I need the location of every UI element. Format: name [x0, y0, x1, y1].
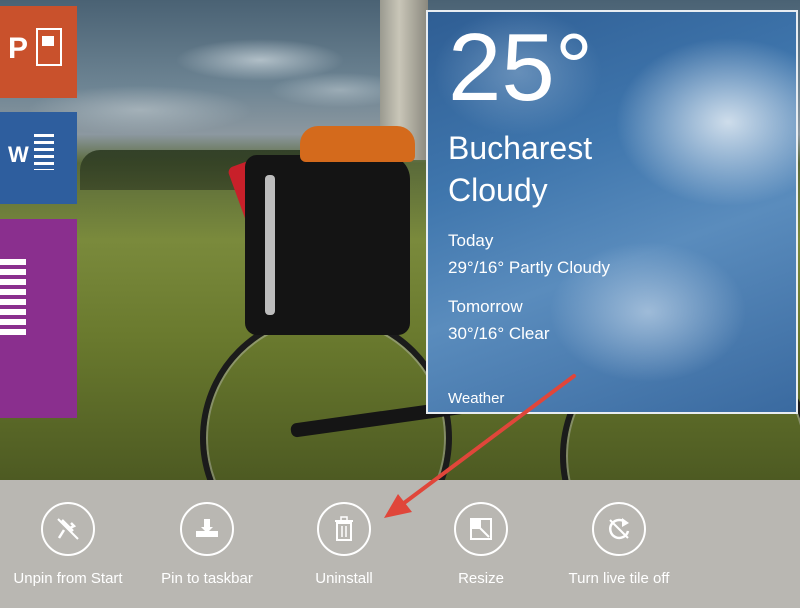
weather-today-label: Today	[448, 231, 494, 250]
word-doc-icon	[34, 134, 54, 170]
weather-tomorrow-forecast: 30°/16° Clear	[448, 324, 550, 343]
word-icon: W	[8, 142, 29, 167]
bicycle-rear-wheel	[200, 312, 452, 480]
weather-condition: Cloudy	[448, 172, 548, 208]
resize-icon	[454, 502, 508, 556]
onenote-icon	[0, 259, 26, 339]
unpin-from-start-label: Unpin from Start	[13, 570, 123, 587]
pin-taskbar-icon	[180, 502, 234, 556]
resize-button[interactable]: Resize	[406, 480, 556, 608]
pin-to-taskbar-button[interactable]: Pin to taskbar	[132, 480, 282, 608]
resize-label: Resize	[458, 570, 504, 587]
turn-live-tile-off-button[interactable]: Turn live tile off	[544, 480, 694, 608]
unpin-icon	[41, 502, 95, 556]
bag-reflective-strap	[265, 175, 275, 315]
powerpoint-doc-icon	[36, 28, 62, 66]
start-screen-background: P W 25° Bucharest Cloudy Today 29°/16° P…	[0, 0, 800, 480]
powerpoint-tile[interactable]: P	[0, 6, 77, 98]
weather-city: Bucharest	[448, 130, 593, 166]
powerpoint-icon: P	[8, 32, 29, 65]
live-tile-off-icon	[592, 502, 646, 556]
onenote-tile[interactable]	[0, 219, 77, 418]
uninstall-label: Uninstall	[315, 570, 373, 587]
unpin-from-start-button[interactable]: Unpin from Start	[0, 480, 143, 608]
app-bar: Unpin from Start Pin to taskbar Uninstal…	[0, 480, 800, 608]
turn-live-tile-off-label: Turn live tile off	[568, 570, 670, 587]
orange-bag	[300, 126, 415, 162]
uninstall-button[interactable]: Uninstall	[269, 480, 419, 608]
weather-today-forecast: 29°/16° Partly Cloudy	[448, 258, 610, 277]
word-tile[interactable]: W	[0, 112, 77, 204]
weather-tomorrow-label: Tomorrow	[448, 297, 523, 316]
weather-app-name: Weather	[448, 390, 505, 407]
weather-live-tile[interactable]: 25° Bucharest Cloudy Today 29°/16° Partl…	[426, 10, 798, 414]
weather-temperature: 25°	[448, 14, 594, 121]
trash-icon	[317, 502, 371, 556]
pin-to-taskbar-label: Pin to taskbar	[161, 570, 253, 587]
